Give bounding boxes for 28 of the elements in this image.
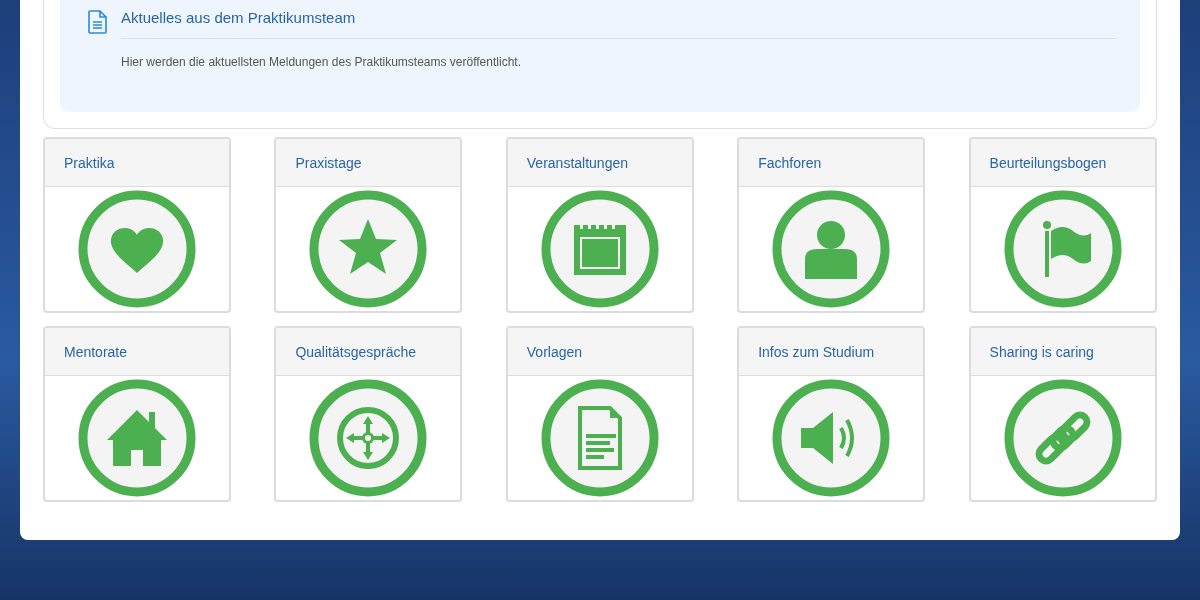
news-title: Aktuelles aus dem Praktikumsteam [121, 8, 1116, 39]
person-icon [771, 189, 892, 309]
tile-link[interactable]: Veranstaltungen [526, 155, 628, 171]
tile-card[interactable]: Veranstaltungen [505, 137, 694, 313]
tile-card[interactable]: Qualitätsgespräche [274, 326, 463, 502]
tile-card[interactable]: Sharing is caring [968, 326, 1157, 502]
tile-link[interactable]: Sharing is caring [989, 344, 1094, 360]
tile-card[interactable]: Beurteilungsbogen [968, 137, 1157, 313]
document-icon [88, 10, 107, 34]
tile-link[interactable]: Fachforen [758, 155, 822, 171]
flag-icon [1002, 189, 1123, 309]
tile-card[interactable]: Praktika [43, 137, 231, 313]
document-icon [539, 378, 660, 498]
house-icon [77, 378, 197, 498]
chain-link-icon [1002, 378, 1123, 498]
speaker-icon [771, 378, 892, 498]
tile-card[interactable]: Vorlagen [505, 326, 694, 502]
tile-link[interactable]: Praxistage [295, 155, 362, 171]
tile-link[interactable]: Vorlagen [526, 344, 583, 360]
tile-link[interactable]: Mentorate [64, 344, 128, 360]
tile-card[interactable]: Praxistage [274, 137, 463, 313]
tile-card[interactable]: Infos zum Studium [737, 326, 926, 502]
tile-card[interactable]: Fachforen [737, 137, 926, 313]
tile-card[interactable]: Mentorate [43, 326, 231, 502]
compass-icon [308, 378, 429, 498]
tile-link[interactable]: Praktika [64, 155, 115, 171]
calendar-icon [539, 189, 660, 309]
news-text: Hier werden die aktuellsten Meldungen des Praktikumsteams veröffentlicht. [121, 54, 522, 71]
